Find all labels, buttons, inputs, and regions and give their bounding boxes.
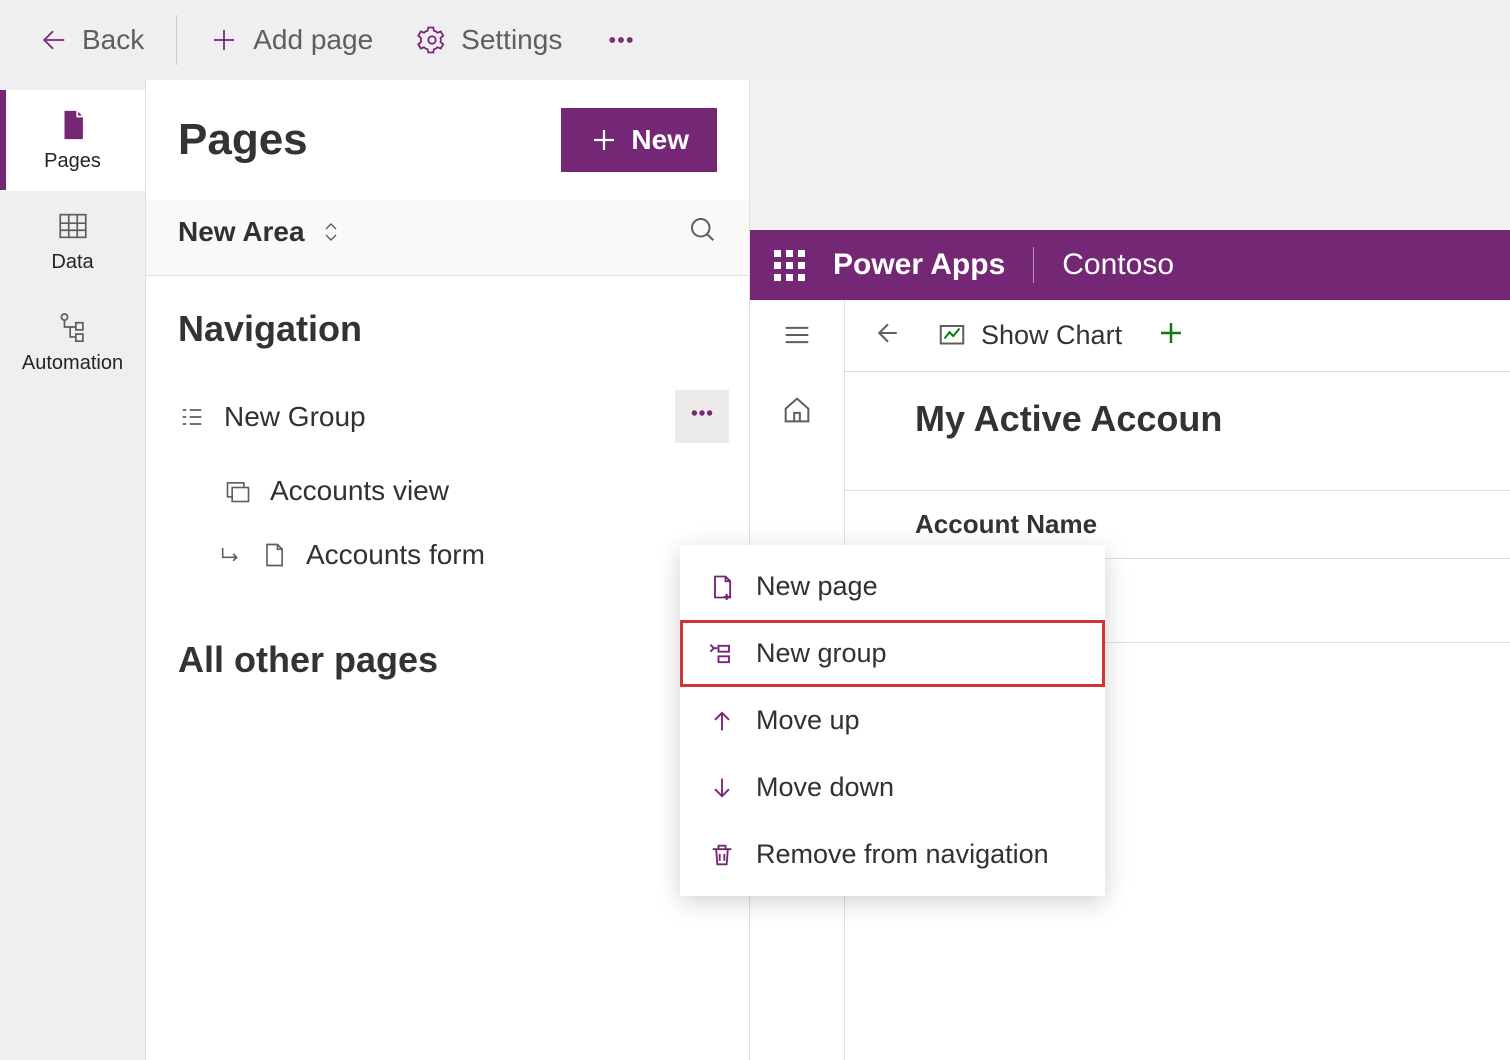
nav-group[interactable]: New Group	[146, 374, 749, 459]
arrow-up-icon	[708, 707, 736, 735]
new-button[interactable]: New	[561, 108, 717, 172]
sidebar-item-pages[interactable]: Pages	[0, 90, 145, 191]
area-selector[interactable]: New Area	[178, 216, 343, 248]
waffle-icon[interactable]	[774, 250, 805, 281]
back-button[interactable]: Back	[20, 16, 162, 64]
sidebar-pages-label: Pages	[44, 150, 101, 173]
preview-brand: Power Apps	[833, 248, 1005, 282]
preview-menu-button[interactable]	[780, 318, 814, 357]
nav-item-accounts-view[interactable]: Accounts view	[146, 459, 749, 523]
toolbar-divider	[176, 15, 177, 65]
nav-group-more-button[interactable]	[675, 390, 729, 443]
search-button[interactable]	[687, 214, 717, 249]
preview-new-button[interactable]	[1156, 318, 1186, 353]
preview-header: Power Apps Contoso	[750, 230, 1510, 300]
ctx-move-down[interactable]: Move down	[680, 754, 1105, 821]
ctx-label: Move down	[756, 772, 894, 803]
plus-icon	[209, 25, 239, 55]
chart-icon	[937, 321, 967, 351]
toolbar-overflow-button[interactable]	[588, 17, 654, 63]
pages-panel: Pages New New Area Navigation New Group	[145, 80, 750, 1060]
new-group-icon	[708, 640, 736, 668]
back-label: Back	[82, 24, 144, 56]
ellipsis-icon	[606, 25, 636, 55]
add-page-label: Add page	[253, 24, 373, 56]
subitem-arrow-icon	[218, 541, 246, 569]
ellipsis-icon	[689, 400, 715, 426]
other-pages-heading: All other pages	[146, 607, 749, 705]
plus-icon	[589, 125, 619, 155]
panel-title: Pages	[178, 115, 308, 165]
sidebar-item-data[interactable]: Data	[0, 191, 145, 292]
arrow-left-icon	[38, 25, 68, 55]
sidebar-automation-label: Automation	[22, 352, 123, 375]
ctx-label: New page	[756, 571, 878, 602]
preview-command-bar: Show Chart	[845, 300, 1510, 372]
ctx-new-group[interactable]: New group	[680, 620, 1105, 687]
nav-item-accounts-form[interactable]: Accounts form	[146, 523, 749, 587]
preview-header-divider	[1033, 247, 1034, 283]
ctx-move-up[interactable]: Move up	[680, 687, 1105, 754]
navigation-tree: New Group Accounts view Accounts form	[146, 374, 749, 607]
sidebar-data-label: Data	[51, 251, 93, 274]
table-icon	[56, 209, 90, 243]
plus-icon	[1156, 318, 1186, 348]
sidebar-item-automation[interactable]: Automation	[0, 292, 145, 393]
arrow-down-icon	[708, 774, 736, 802]
active-indicator	[0, 90, 6, 190]
show-chart-button[interactable]: Show Chart	[937, 320, 1122, 351]
top-toolbar: Back Add page Settings	[0, 0, 1510, 80]
nav-group-label: New Group	[224, 401, 675, 433]
chevron-updown-icon	[319, 220, 343, 244]
nav-item-label: Accounts view	[270, 475, 729, 507]
area-label: New Area	[178, 216, 305, 248]
home-icon	[780, 393, 814, 427]
settings-button[interactable]: Settings	[399, 16, 580, 64]
settings-label: Settings	[461, 24, 562, 56]
ctx-label: Move up	[756, 705, 860, 736]
ctx-label: New group	[756, 638, 887, 669]
preview-home-button[interactable]	[780, 393, 814, 432]
hamburger-icon	[780, 318, 814, 352]
show-chart-label: Show Chart	[981, 320, 1122, 351]
navigation-heading: Navigation	[146, 276, 749, 374]
ctx-label: Remove from navigation	[756, 839, 1049, 870]
group-icon	[178, 403, 206, 431]
context-menu: New page New group Move up Move down Rem…	[680, 545, 1105, 896]
arrow-left-icon	[873, 318, 903, 348]
preview-view-title: My Active Accoun	[845, 372, 1510, 450]
new-button-label: New	[631, 124, 689, 156]
new-page-icon	[708, 573, 736, 601]
trash-icon	[708, 841, 736, 869]
add-page-button[interactable]: Add page	[191, 16, 391, 64]
nav-item-label: Accounts form	[306, 539, 729, 571]
gear-icon	[417, 25, 447, 55]
search-icon	[687, 214, 717, 244]
page-icon	[56, 108, 90, 142]
preview-back-button[interactable]	[873, 318, 903, 353]
automation-icon	[56, 310, 90, 344]
ctx-remove[interactable]: Remove from navigation	[680, 821, 1105, 888]
ctx-new-page[interactable]: New page	[680, 553, 1105, 620]
view-icon	[224, 477, 252, 505]
left-sidebar: Pages Data Automation	[0, 80, 145, 1060]
form-icon	[260, 541, 288, 569]
preview-env[interactable]: Contoso	[1062, 248, 1174, 282]
